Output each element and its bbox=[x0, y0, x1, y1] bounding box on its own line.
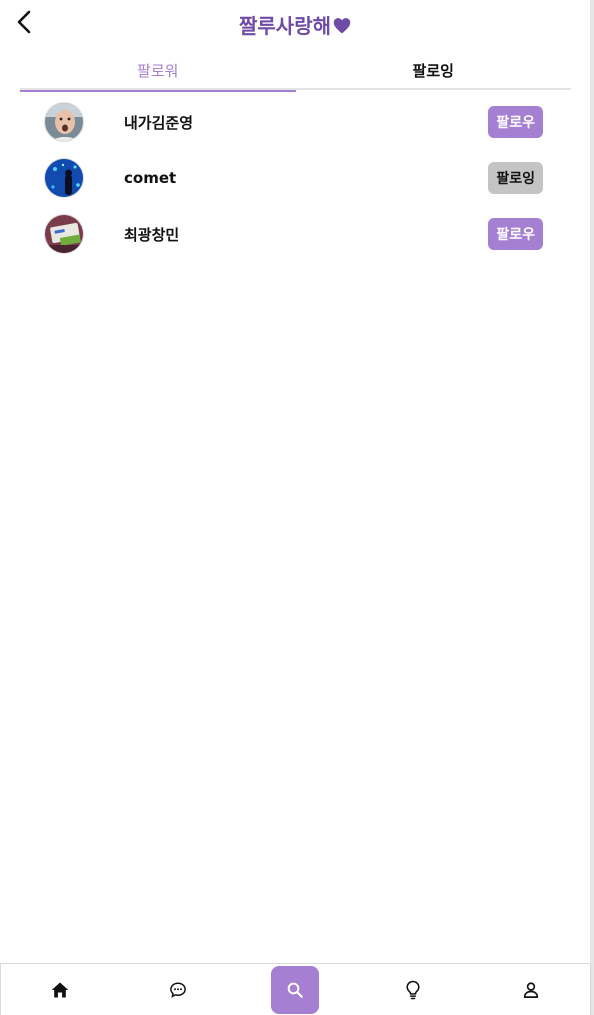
user-list: 내가김준영 팔로우 comet 팔로잉 최광창민 팔로우 bbox=[20, 94, 571, 262]
avatar[interactable] bbox=[44, 102, 84, 142]
avatar[interactable] bbox=[44, 158, 84, 198]
user-icon bbox=[523, 981, 539, 998]
chat-icon bbox=[169, 981, 186, 998]
username[interactable]: comet bbox=[124, 169, 176, 187]
follow-button[interactable]: 팔로우 bbox=[488, 218, 543, 250]
nav-home[interactable] bbox=[1, 964, 119, 1015]
nav-search-highlight[interactable] bbox=[271, 965, 320, 1014]
follow-button[interactable]: 팔로우 bbox=[488, 106, 543, 138]
search-icon bbox=[288, 982, 304, 998]
username[interactable]: 내가김준영 bbox=[124, 112, 193, 133]
page-title-text: 짤루사랑해 bbox=[239, 14, 331, 38]
follow-tabs: 팔로워 팔로잉 bbox=[20, 50, 572, 92]
username[interactable]: 최광창민 bbox=[124, 224, 179, 245]
home-icon bbox=[51, 982, 69, 997]
list-item[interactable]: 내가김준영 팔로우 bbox=[20, 94, 571, 150]
scrollbar[interactable] bbox=[590, 0, 594, 1015]
nav-ideas[interactable] bbox=[354, 964, 472, 1015]
list-item[interactable]: 최광창민 팔로우 bbox=[20, 206, 571, 262]
avatar[interactable] bbox=[44, 214, 84, 254]
tab-followers[interactable]: 팔로워 bbox=[20, 50, 296, 92]
tab-following[interactable]: 팔로잉 bbox=[296, 50, 572, 90]
following-button[interactable]: 팔로잉 bbox=[488, 162, 543, 194]
nav-search[interactable] bbox=[237, 964, 355, 1015]
header: 짤루사랑해 bbox=[0, 0, 590, 46]
bottom-nav bbox=[0, 963, 591, 1015]
nav-profile[interactable] bbox=[472, 964, 590, 1015]
list-item[interactable]: comet 팔로잉 bbox=[20, 150, 571, 206]
heart-icon bbox=[333, 18, 351, 34]
page-title: 짤루사랑해 bbox=[0, 10, 590, 39]
nav-chat[interactable] bbox=[119, 964, 237, 1015]
lightbulb-icon bbox=[406, 980, 420, 999]
